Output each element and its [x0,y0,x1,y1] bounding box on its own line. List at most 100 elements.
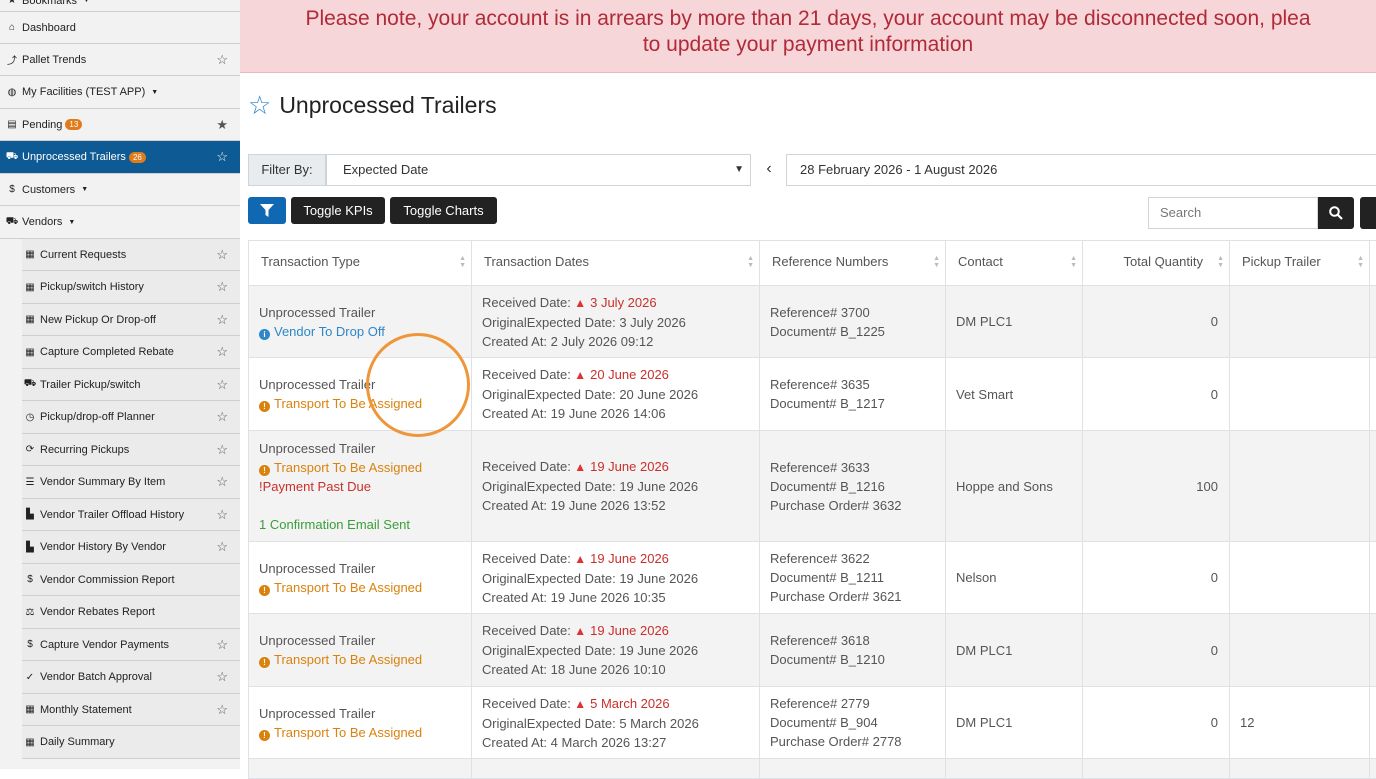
sidebar-item-vendor-commission-report[interactable]: $ Vendor Commission Report [22,564,240,596]
star-outline-icon[interactable]: ☆ [216,312,228,328]
sidebar-item-pallet-trends[interactable]: ⤴ Pallet Trends ☆ [0,44,240,76]
sidebar-item-new-pickup-or-drop-off[interactable]: ▦ New Pickup Or Drop-off ☆ [22,304,240,336]
column-header[interactable]: Transaction Type ▲ ▼ [248,240,472,286]
sidebar-item-daily-summary[interactable]: ▦ Daily Summary [22,726,240,759]
sidebar-item-label: Monthly Statement [40,703,132,716]
table-cell: DM PLC1 [946,614,1083,687]
sidebar-item-my-facilities-test-app[interactable]: ◍ My Facilities (TEST APP) ▼ [0,76,240,109]
sidebar-item-vendor-rebates-report[interactable]: ⚖ Vendor Rebates Report [22,596,240,629]
sidebar-item-vendor-trailer-offload-history[interactable]: ▙ Vendor Trailer Offload History ☆ [22,499,240,531]
received-value: 5 March 2026 [590,695,670,711]
table-cell: 0 [1083,542,1230,614]
table-row[interactable]: Unprocessed Trailer! Transport To Be Assi… [248,431,1376,542]
star-outline-icon[interactable]: ☆ [216,149,228,165]
reference-number: Document# B_1225 [770,322,945,341]
table-row[interactable]: Unprocessed Trailer! Transport To Be Assi… [248,687,1376,759]
sidebar-item-pickup-drop-off-planner[interactable]: ◷ Pickup/drop-off Planner ☆ [22,401,240,434]
sidebar-item-vendor-history-by-vendor[interactable]: ▙ Vendor History By Vendor ☆ [22,531,240,564]
star-outline-icon[interactable]: ☆ [216,344,228,360]
received-value: 19 June 2026 [590,623,669,638]
sidebar-item-pending[interactable]: ▤ Pending 13 ★ [0,109,240,141]
date-range-input[interactable]: 28 February 2026 - 1 August 2026 [786,154,1376,186]
list-icon: ☰ [25,476,35,488]
column-header[interactable]: Total Quantity ▲ ▼ [1083,240,1230,286]
received-date: Received Date: ▲ 19 June 2026 [482,457,759,477]
star-outline-icon[interactable]: ☆ [216,409,228,425]
page-title: Unprocessed Trailers [279,91,497,118]
table-cell: 100 [1083,431,1230,542]
sidebar-item-recurring-pickups[interactable]: ⟳ Recurring Pickups ☆ [22,434,240,466]
sidebar-item-pickup-switch-history[interactable]: ▦ Pickup/switch History ☆ [22,271,240,304]
warning-circle-icon: ! [259,401,270,412]
sidebar-item-customers[interactable]: $ Customers ▼ [0,174,240,206]
table-row[interactable]: Unprocessed Trailer! Transport To Be Assi… [248,542,1376,614]
column-header-label: Transaction Dates [484,254,590,269]
star-outline-icon[interactable]: ☆ [216,52,228,68]
sidebar-item-monthly-statement[interactable]: ▦ Monthly Statement ☆ [22,694,240,726]
star-outline-icon[interactable]: ☆ [216,442,228,458]
sort-icon: ▲ ▼ [1357,255,1364,269]
table-row[interactable]: Unprocessed Trailer! Transport To Be Assi… [248,614,1376,687]
sidebar-item-label: Current Requests [40,248,127,261]
sidebar-item-capture-vendor-payments[interactable]: $ Capture Vendor Payments ☆ [22,629,240,661]
created-at-value: 19 June 2026 14:06 [550,406,666,421]
column-header[interactable]: Pickup Trailer ▲ ▼ [1230,240,1370,286]
sidebar-item-bookmarks[interactable]: ★ Bookmarks ▼ [0,0,240,12]
created-at-value: 2 July 2026 09:12 [550,333,654,349]
star-outline-icon[interactable]: ☆ [216,539,228,555]
created-at-label: Created At: [482,498,548,513]
sidebar-item-dashboard[interactable]: ⌂ Dashboard [0,12,240,44]
sidebar-item-vendor-summary-by-item[interactable]: ☰ Vendor Summary By Item ☆ [22,466,240,499]
table-cell: Reference# 3633 Document# B_1216 Purchase … [760,431,946,542]
table-row[interactable] [248,759,1376,779]
star-outline-icon[interactable]: ☆ [216,507,228,523]
search-input[interactable]: Search [1148,197,1318,229]
chevron-down-icon: ▼ [734,164,744,175]
sidebar-item-vendors[interactable]: ⛟ Vendors ▼ [0,206,240,239]
sidebar-item-trailer-pickup-switch[interactable]: ⛟ Trailer Pickup/switch ☆ [22,369,240,401]
reference-number: Reference# 3622 [770,549,945,568]
table-cell: Reference# 3635 Document# B_1217 [760,358,946,431]
star-outline-icon[interactable]: ☆ [216,669,228,685]
original-date: OriginalExpected Date: 20 June 2026 [482,385,759,404]
status-text: 1 Confirmation Email Sent [259,516,411,532]
search-button[interactable] [1318,197,1354,229]
toggle-kpis-button[interactable]: Toggle KPIs [291,197,385,224]
caret-down-icon: ▼ [68,218,76,226]
star-filled-icon[interactable]: ★ [216,117,228,133]
options-button[interactable] [1360,197,1376,229]
star-outline-icon[interactable]: ☆ [216,279,228,295]
column-header[interactable]: Reference Numbers ▲ ▼ [760,240,946,286]
filter-toggle-button[interactable] [248,197,286,224]
created-at-label: Created At: [482,406,548,421]
created-at-value: 19 June 2026 13:52 [550,498,666,513]
reference-number: Reference# 2779 [770,694,945,713]
received-value: 20 June 2026 [590,367,669,382]
cell-value: Unprocessed Trailer [259,304,376,320]
filter-by-select[interactable]: Expected Date ▼ [326,154,751,186]
table-cell: 0 [1083,614,1230,687]
star-outline-icon[interactable]: ☆ [216,247,228,263]
sidebar-item-current-requests[interactable]: ▦ Current Requests ☆ [22,239,240,271]
star-outline-icon[interactable]: ☆ [216,377,228,393]
status-label: 1 Confirmation Email Sent [259,515,471,534]
received-label: Received Date: [482,695,571,711]
column-header[interactable]: Transaction Dates ▲ ▼ [472,240,760,286]
column-header-label: Transaction Type [261,254,360,269]
star-outline-icon[interactable]: ☆ [216,702,228,718]
bookmark-star-icon[interactable]: ☆ [248,90,271,120]
page-header: ☆ Unprocessed Trailers [248,90,497,120]
sort-icon: ▲ ▼ [933,255,940,269]
sidebar-item-vendor-batch-approval[interactable]: ✓ Vendor Batch Approval ☆ [22,661,240,694]
sidebar-item-capture-completed-rebate[interactable]: ▦ Capture Completed Rebate ☆ [22,336,240,369]
cell-value: Hoppe and Sons [956,478,1053,494]
star-outline-icon[interactable]: ☆ [216,637,228,653]
date-prev-button[interactable]: ‹ [756,154,782,186]
warning-triangle-icon: ▲ [570,368,587,382]
table-icon: ▦ [25,314,35,325]
reference-number: Reference# 3633 [770,458,945,477]
column-header[interactable]: Contact ▲ ▼ [946,240,1083,286]
toggle-charts-button[interactable]: Toggle Charts [390,197,497,224]
sidebar-item-unprocessed-trailers[interactable]: ⛟ Unprocessed Trailers 26 ☆ [0,141,240,174]
star-outline-icon[interactable]: ☆ [216,474,228,490]
